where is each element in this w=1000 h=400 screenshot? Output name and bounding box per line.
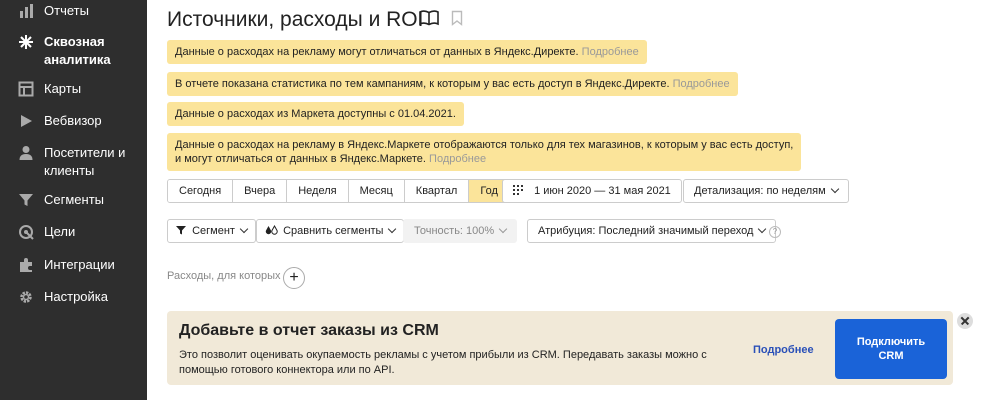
crm-more-link[interactable]: Подробнее	[753, 344, 814, 356]
funnel-icon	[176, 226, 186, 235]
notice-text: Данные о расходах из Маркета доступны с …	[175, 108, 456, 120]
attribution-dropdown[interactable]: Атрибуция: Последний значимый переход	[527, 219, 777, 243]
book-icon[interactable]	[419, 10, 439, 26]
puzzle-icon	[20, 258, 32, 272]
sidebar-item-label: Сквозная аналитика	[44, 34, 111, 67]
crm-description: Это позволит оценивать окупаемость рекла…	[179, 349, 707, 376]
chevron-down-icon	[239, 224, 249, 234]
help-icon[interactable]: ?	[769, 226, 781, 238]
crm-banner: Добавьте в отчет заказы из CRM Это позво…	[167, 311, 953, 385]
sidebar-item-label: Интеграции	[44, 257, 115, 272]
notice-market-date: Данные о расходах из Маркета доступны с …	[167, 102, 464, 126]
sidebar-item-label: Отчеты	[44, 3, 89, 18]
period-month[interactable]: Месяц	[348, 180, 405, 202]
sidebar-item-label: Вебвизор	[44, 113, 102, 128]
date-range-label: 1 июн 2020 — 31 мая 2021	[534, 185, 671, 197]
detail-label: Детализация: по неделям	[694, 185, 826, 197]
sidebar-item-label: Карты	[44, 81, 82, 96]
notice-more-link[interactable]: Подробнее	[429, 153, 486, 165]
period-quarter[interactable]: Квартал	[404, 180, 470, 202]
accuracy-label: Точность: 100%	[414, 225, 495, 237]
date-range-picker[interactable]: 1 июн 2020 — 31 мая 2021	[502, 179, 682, 203]
chevron-down-icon	[388, 224, 397, 234]
notice-more-link[interactable]: Подробнее	[673, 78, 730, 90]
chevron-down-icon	[498, 224, 508, 234]
main-content: Источники, расходы и ROI Данные о расход…	[147, 0, 1000, 400]
add-filter-button[interactable]: +	[283, 267, 305, 289]
bookmark-icon[interactable]	[451, 10, 463, 26]
gear-icon	[20, 291, 32, 303]
crm-title: Добавьте в отчет заказы из CRM	[179, 322, 439, 339]
drops-icon	[265, 224, 278, 235]
connect-crm-button[interactable]: Подключить CRM	[835, 319, 947, 379]
sidebar: Отчеты Сквозная аналитика Карты Вебвизор…	[0, 0, 147, 400]
notice-text: Данные о расходах на рекламу могут отлич…	[175, 46, 579, 58]
notice-more-link[interactable]: Подробнее	[582, 46, 639, 58]
connect-crm-label: CRM	[878, 350, 904, 362]
play-icon	[21, 115, 32, 127]
sidebar-item-label: Настройка	[44, 289, 108, 304]
compare-label: Сравнить сегменты	[283, 225, 384, 237]
person-icon	[19, 146, 33, 160]
period-week[interactable]: Неделя	[287, 180, 349, 202]
accuracy-dropdown: Точность: 100%	[403, 219, 518, 243]
notice-campaign-access: В отчете показана статистика по тем камп…	[167, 72, 738, 96]
chevron-down-icon	[758, 224, 767, 234]
chevron-down-icon	[830, 184, 839, 194]
close-icon[interactable]	[957, 313, 973, 329]
sidebar-item-label: Посетители и клиенты	[44, 145, 126, 178]
notice-text: В отчете показана статистика по тем камп…	[175, 78, 670, 90]
notice-text: и могут отличаться от данных в Яндекс.Ма…	[175, 153, 426, 165]
target-icon	[19, 225, 34, 240]
asterisk-icon	[19, 35, 33, 49]
segment-label: Сегмент	[192, 225, 235, 237]
notice-direct-diff: Данные о расходах на рекламу могут отлич…	[167, 40, 647, 64]
segment-dropdown[interactable]: Сегмент	[167, 219, 256, 243]
connect-crm-label: Подключить	[856, 336, 926, 348]
sidebar-item-label: Цели	[44, 224, 76, 239]
funnel-icon	[19, 194, 33, 206]
detail-dropdown[interactable]: Детализация: по неделям	[683, 179, 849, 203]
compare-segments-dropdown[interactable]: Сравнить сегменты	[256, 219, 405, 243]
attribution-label: Атрибуция: Последний значимый переход	[538, 225, 754, 237]
sidebar-item-label: Сегменты	[44, 192, 105, 207]
expenses-label: Расходы, для которых	[167, 270, 281, 282]
calendar-icon	[513, 185, 523, 195]
period-selector: Сегодня Вчера Неделя Месяц Квартал Год	[167, 179, 510, 203]
page-title: Источники, расходы и ROI	[167, 8, 424, 31]
notice-market-access: Данные о расходах на рекламу в Яндекс.Ма…	[167, 133, 802, 171]
bar-chart-icon	[20, 4, 33, 18]
grid-map-icon	[18, 81, 34, 97]
period-today[interactable]: Сегодня	[168, 180, 234, 202]
notice-text: Данные о расходах на рекламу в Яндекс.Ма…	[175, 139, 794, 151]
period-yesterday[interactable]: Вчера	[233, 180, 288, 202]
